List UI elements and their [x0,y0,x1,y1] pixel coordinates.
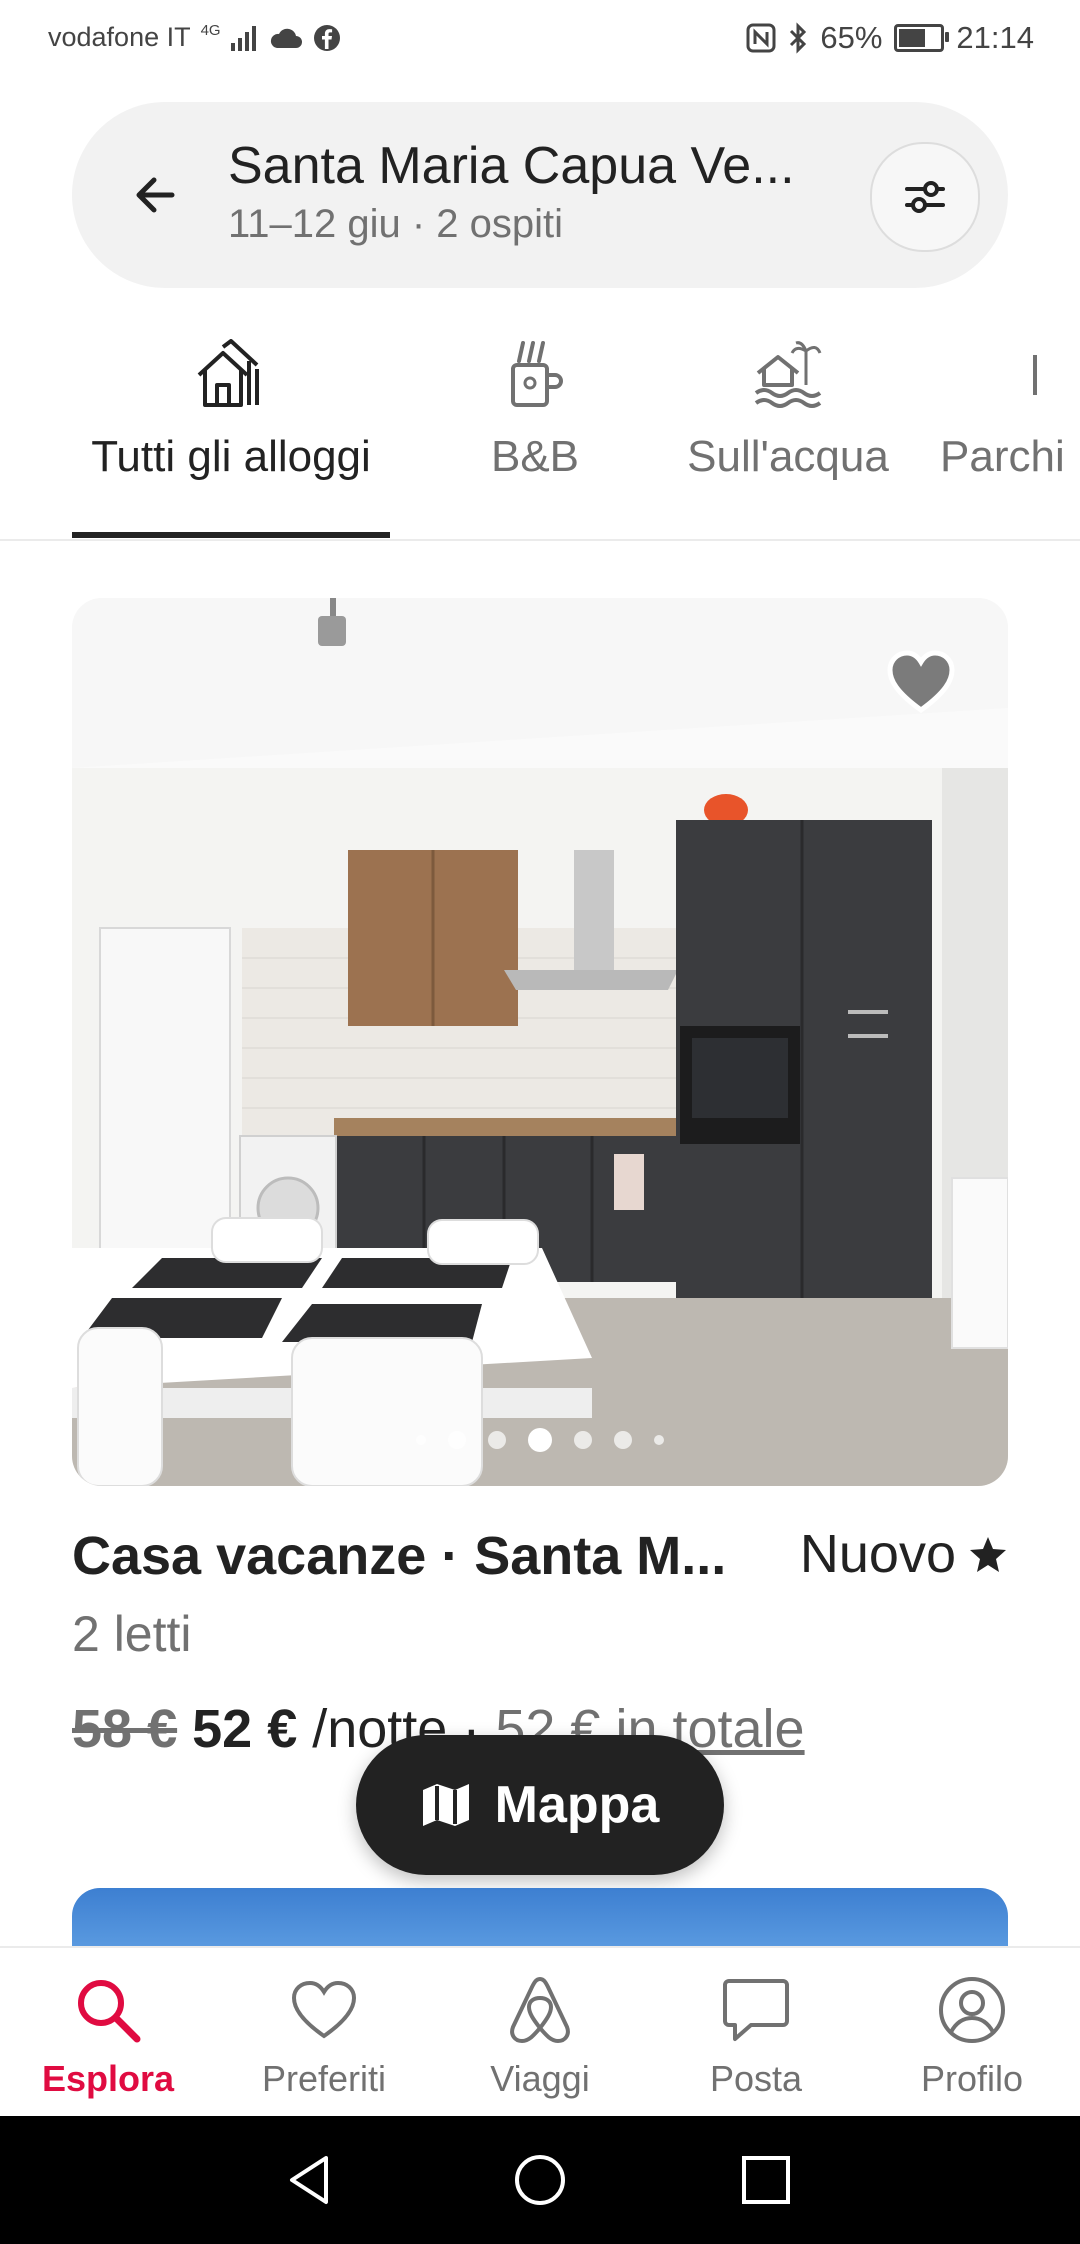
nav-explore[interactable]: Esplora [0,1970,216,2100]
nav-inbox[interactable]: Posta [648,1970,864,2100]
photo-dot [574,1431,592,1449]
status-right: 65% 21:14 [746,20,1034,56]
photo-dot [416,1435,426,1445]
search-dates-guests[interactable]: 11–12 giu · 2 ospiti [228,202,563,247]
tab-label: Sull'acqua [687,432,889,481]
battery-level [899,29,926,47]
signal-icon [230,25,256,51]
search-location[interactable]: Santa Maria Capua Ve... [228,136,838,196]
nav-label: Esplora [41,2058,175,2099]
airbnb-logo-icon [510,1977,570,2043]
houses-icon [197,339,259,407]
nav-label: Viaggi [490,2058,590,2099]
status-left: vodafone IT 4G [48,22,341,53]
network-type: 4G [200,22,221,39]
system-navigation-bar [0,2116,1080,2244]
carrier-name: vodafone IT [48,22,191,52]
search-icon [78,1980,141,2043]
listing-photo[interactable] [72,598,1008,1486]
nfc-icon [746,23,776,53]
photo-dot [614,1431,632,1449]
map-icon [422,1784,469,1826]
listing-title[interactable]: Casa vacanze · Santa M... [72,1525,726,1587]
next-listing-photo[interactable] [72,1888,1008,1948]
nav-label: Preferiti [261,2058,387,2099]
nav-favorites[interactable]: Preferiti [216,1970,432,2100]
system-back-icon[interactable] [282,2152,338,2208]
photo-dot [488,1431,506,1449]
filters-icon [905,181,945,213]
tab-label: Parchi [940,432,1065,481]
system-recents-icon[interactable] [740,2154,792,2206]
tab-on-water[interactable]: Sull'acqua [672,330,904,482]
current-price: 52 € [192,1699,298,1759]
filters-button[interactable] [870,142,980,252]
divider [0,539,1080,541]
facebook-icon [313,24,340,51]
nav-label: Posta [709,2058,803,2099]
photo-dot [448,1431,466,1449]
tab-bnb[interactable]: B&B [440,330,630,482]
status-bar: vodafone IT 4G 65% 21:14 [0,0,1080,86]
chat-bubble-icon [723,1979,789,2041]
beach-house-icon [754,341,822,408]
back-arrow-icon[interactable] [128,168,182,222]
map-button-label: Mappa [494,1776,660,1834]
battery-icon [894,24,950,52]
map-button[interactable]: Mappa [356,1735,724,1875]
nav-label: Profilo [920,2058,1024,2099]
profile-icon [939,1977,1005,2043]
kitchen-photo [72,598,1008,1486]
star-icon [970,1537,1006,1572]
listing-beds: 2 letti [72,1606,192,1662]
park-icon [1033,355,1037,395]
tab-label: B&B [490,432,580,481]
cloud-icon [270,28,302,48]
rating-label: Nuovo [799,1524,956,1584]
tab-label: Tutti gli alloggi [91,432,371,481]
listing-rating: Nuovo [800,1523,1008,1585]
heart-icon [291,1980,357,2039]
nav-profile[interactable]: Profilo [864,1970,1080,2100]
favorite-heart-icon[interactable] [886,650,956,714]
bluetooth-icon [790,22,807,54]
active-tab-indicator [72,532,390,538]
battery-percent: 65% [820,20,883,55]
coffee-mug-icon [511,341,563,407]
photo-dot-active [528,1428,552,1452]
system-home-icon[interactable] [512,2152,568,2208]
clock: 21:14 [956,20,1034,55]
photo-pagination [0,1428,1080,1452]
nav-trips[interactable]: Viaggi [432,1970,648,2100]
tab-all-homes[interactable]: Tutti gli alloggi [72,330,390,482]
old-price: 58 € [72,1699,178,1759]
photo-dot [654,1435,664,1445]
tab-parks[interactable]: Parchi [940,330,1080,482]
